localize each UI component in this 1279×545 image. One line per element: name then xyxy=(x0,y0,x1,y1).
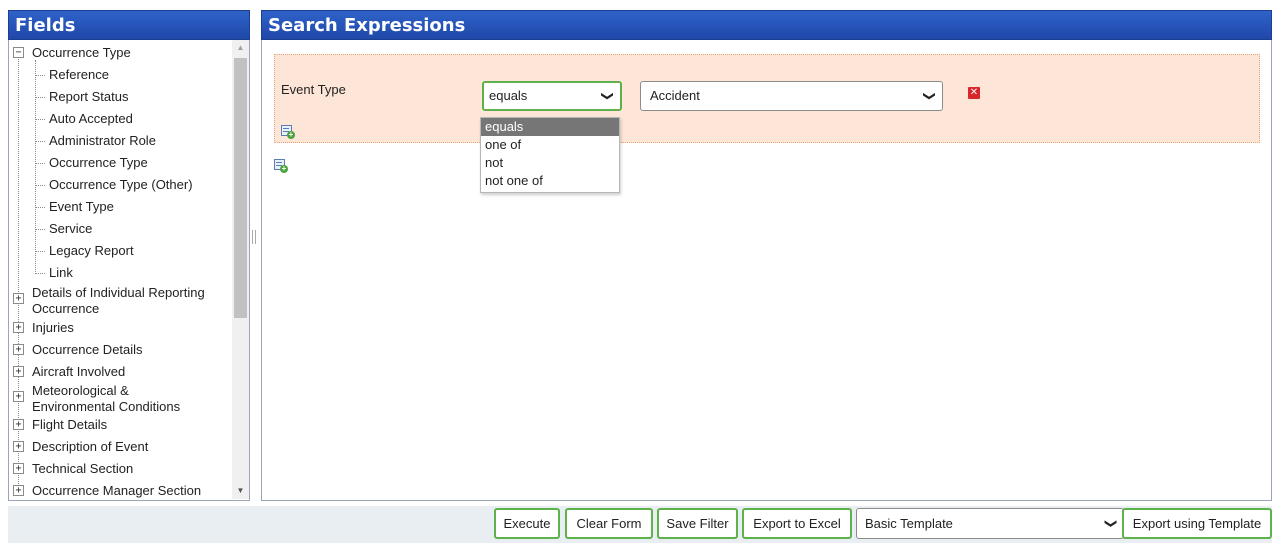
export-template-button[interactable]: Export using Template xyxy=(1122,508,1272,539)
delete-expression-icon[interactable]: ✕ xyxy=(968,87,980,99)
scroll-down-icon[interactable]: ▼ xyxy=(232,483,249,499)
operator-dropdown-list[interactable]: equals one of not not one of xyxy=(480,117,620,193)
tree-guide-children xyxy=(35,60,36,274)
scroll-thumb[interactable] xyxy=(234,58,247,318)
tree-scrollbar[interactable]: ▲ ▼ xyxy=(232,40,249,499)
fields-tree-panel: − Occurrence Type Reference Report Statu… xyxy=(8,40,250,501)
expand-icon[interactable]: + xyxy=(13,485,24,496)
search-panel-title: Search Expressions xyxy=(261,10,1272,40)
tree-node-label-line2: Environmental Conditions xyxy=(32,399,181,414)
tree-leaf-label: Administrator Role xyxy=(49,133,156,148)
expression-row: Event Type equals ❯ Accident ❯ ✕ + xyxy=(274,54,1260,143)
tree-leaf-label: Report Status xyxy=(49,89,129,104)
chevron-down-icon: ❯ xyxy=(600,90,615,102)
export-excel-button[interactable]: Export to Excel xyxy=(742,508,852,539)
operator-option-one-of[interactable]: one of xyxy=(481,136,619,154)
scroll-up-icon[interactable]: ▲ xyxy=(232,40,249,56)
tree-node-label-line2: Occurrence xyxy=(32,301,100,316)
expand-icon[interactable]: + xyxy=(13,344,24,355)
expand-icon[interactable]: + xyxy=(13,366,24,377)
footer-toolbar: Execute Clear Form Save Filter Export to… xyxy=(8,506,1272,543)
tree-node-label: Meteorological & xyxy=(32,383,129,398)
execute-button[interactable]: Execute xyxy=(494,508,560,539)
add-group-icon[interactable]: + xyxy=(274,159,288,173)
template-select[interactable]: Basic Template ❯ xyxy=(856,508,1124,539)
tree-leaf-label: Occurrence Type (Other) xyxy=(49,177,193,192)
search-expressions-panel: Event Type equals ❯ Accident ❯ ✕ + + xyxy=(261,40,1272,501)
clear-form-button[interactable]: Clear Form xyxy=(565,508,653,539)
tree-node-label: Occurrence Details xyxy=(32,342,143,357)
tree-node-label: Flight Details xyxy=(32,417,108,432)
value-select-value: Accident xyxy=(650,88,700,103)
template-select-value: Basic Template xyxy=(865,516,953,531)
operator-option-not[interactable]: not xyxy=(481,154,619,172)
tree-leaf-label: Service xyxy=(49,221,93,236)
collapse-icon[interactable]: − xyxy=(13,47,24,58)
chevron-down-icon: ❯ xyxy=(922,90,937,102)
tree-node-label: Details of Individual Reporting xyxy=(32,285,205,300)
tree-leaf-label: Occurrence Type xyxy=(49,155,148,170)
fields-panel-title: Fields xyxy=(8,10,250,40)
tree-leaf-label: Reference xyxy=(49,67,109,82)
tree-node-label: Injuries xyxy=(32,320,74,335)
expand-icon[interactable]: + xyxy=(13,293,24,304)
operator-select[interactable]: equals ❯ xyxy=(482,81,622,111)
tree-leaf-label: Event Type xyxy=(49,199,114,214)
operator-option-not-one-of[interactable]: not one of xyxy=(481,172,619,190)
tree-leaf-label: Legacy Report xyxy=(49,243,134,258)
expression-field-label: Event Type xyxy=(281,82,346,97)
tree-node-label: Aircraft Involved xyxy=(32,364,126,379)
tree-node-label: Occurrence Manager Section xyxy=(32,483,202,498)
value-select[interactable]: Accident ❯ xyxy=(640,81,943,111)
expand-icon[interactable]: + xyxy=(13,391,24,402)
expand-icon[interactable]: + xyxy=(13,463,24,474)
save-filter-button[interactable]: Save Filter xyxy=(657,508,738,539)
tree-node-label: Occurrence Type xyxy=(32,45,131,60)
operator-select-value: equals xyxy=(489,88,528,103)
operator-option-equals[interactable]: equals xyxy=(481,118,619,136)
tree-node-label: Technical Section xyxy=(32,461,134,476)
tree-leaf-label: Auto Accepted xyxy=(49,111,133,126)
tree-leaf-label: Link xyxy=(49,265,73,280)
expand-icon[interactable]: + xyxy=(13,441,24,452)
panel-splitter[interactable] xyxy=(252,230,256,244)
expand-icon[interactable]: + xyxy=(13,419,24,430)
expand-icon[interactable]: + xyxy=(13,322,24,333)
add-expression-icon[interactable]: + xyxy=(281,125,295,139)
tree-node-label: Description of Event xyxy=(32,439,149,454)
